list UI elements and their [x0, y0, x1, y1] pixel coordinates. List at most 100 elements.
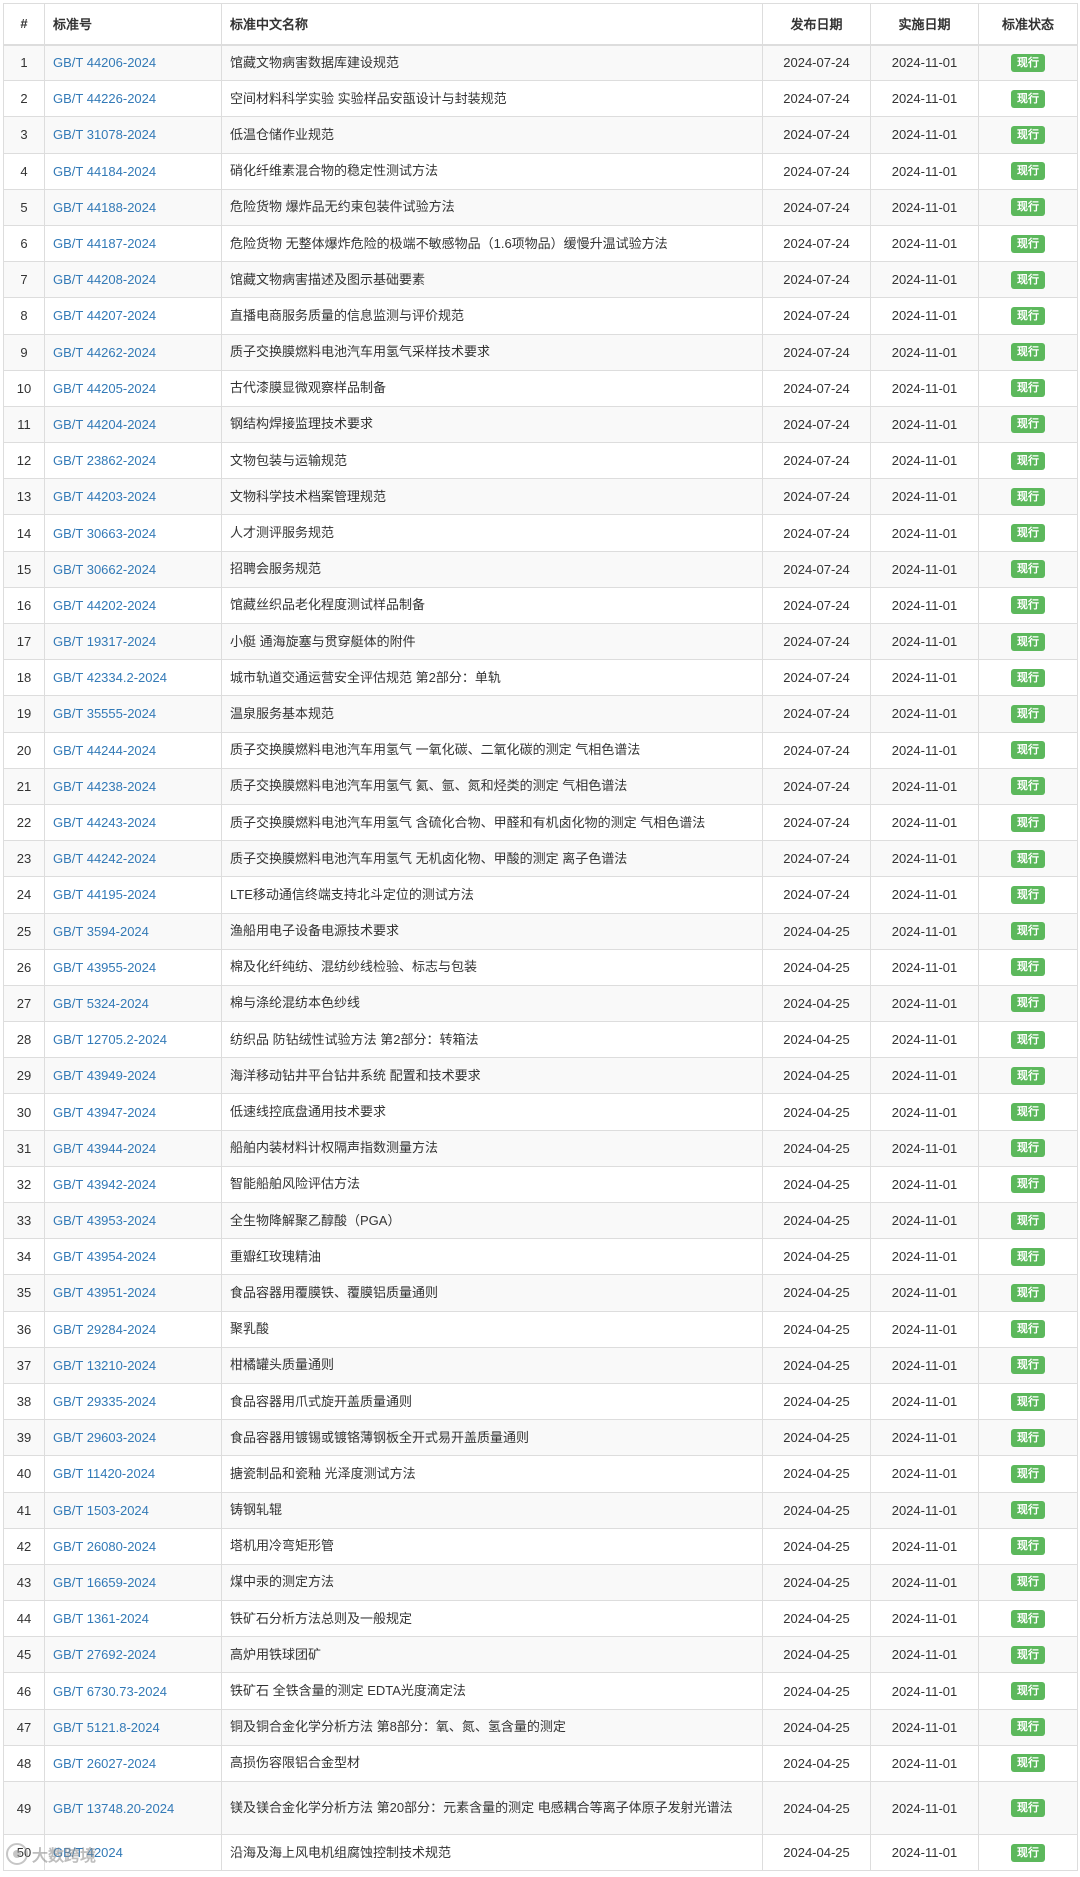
row-index: 45 — [3, 1636, 45, 1674]
standard-number-link[interactable]: GB/T 44205-2024 — [53, 381, 156, 396]
publish-date: 2024-04-25 — [762, 1563, 871, 1602]
standard-number-link[interactable]: GB/T 12705.2-2024 — [53, 1032, 167, 1047]
standard-number-link[interactable]: GB/T 31078-2024 — [53, 127, 156, 142]
standard-number-link[interactable]: GB/T 29603-2024 — [53, 1430, 156, 1445]
header-index[interactable]: # — [3, 3, 45, 46]
table-row: 34 GB/T 43954-2024 重瓣红玫瑰精油 2024-04-25 2024-1… — [3, 1238, 1078, 1276]
implement-date: 2024-11-01 — [870, 43, 979, 82]
standard-name: 柑橘罐头质量通则 — [221, 1346, 763, 1384]
standard-number-link[interactable]: GB/T 29284-2024 — [53, 1322, 156, 1337]
standard-number-link[interactable]: GB/T 5121.8-2024 — [53, 1720, 160, 1735]
standard-name: 钢结构焊接监理技术要求 — [221, 405, 763, 444]
standard-number-link[interactable]: GB/T 44204-2024 — [53, 417, 156, 432]
standard-number-link[interactable]: GB/T 44244-2024 — [53, 743, 156, 758]
standard-name: 纺织品 防钻绒性试验方法 第2部分：转箱法 — [221, 1021, 763, 1059]
header-publish-date[interactable]: 发布日期 — [762, 3, 871, 46]
standard-number-link[interactable]: GB/T 16659-2024 — [53, 1575, 156, 1590]
standard-number-link[interactable]: GB/T 44262-2024 — [53, 345, 156, 360]
publish-date: 2024-04-25 — [762, 1636, 871, 1674]
standard-number-link[interactable]: GB/T 1503-2024 — [53, 1503, 149, 1518]
standard-number-link[interactable]: GB/T 43949-2024 — [53, 1068, 156, 1083]
standard-number-link[interactable]: GB/T 5324-2024 — [53, 996, 149, 1011]
header-implement-date[interactable]: 实施日期 — [870, 3, 979, 46]
publish-date: 2024-07-24 — [762, 442, 871, 480]
standard-number-link[interactable]: GB/T 44208-2024 — [53, 272, 156, 287]
implement-date: 2024-11-01 — [870, 1708, 979, 1746]
standard-number-link[interactable]: GB/T 44243-2024 — [53, 815, 156, 830]
row-index: 28 — [3, 1021, 45, 1059]
row-index: 16 — [3, 586, 45, 625]
standard-number-link[interactable]: GB/T 26080-2024 — [53, 1539, 156, 1554]
standard-name: 城市轨道交通运营安全评估规范 第2部分：单轨 — [221, 659, 763, 697]
standard-number-link[interactable]: GB/T 1361-2024 — [53, 1611, 149, 1626]
standard-number-cell: GB/T 44188-2024 — [44, 188, 222, 226]
standard-number-link[interactable]: GB/T 43951-2024 — [53, 1285, 156, 1300]
standard-number-link[interactable]: GB/T 44187-2024 — [53, 236, 156, 251]
standard-number-link[interactable]: GB/T 44206-2024 — [53, 55, 156, 70]
standard-number-link[interactable]: GB/T 13210-2024 — [53, 1358, 156, 1373]
header-standard-number[interactable]: 标准号 — [44, 3, 222, 46]
standard-number-cell: GB/T 44262-2024 — [44, 333, 222, 371]
header-status[interactable]: 标准状态 — [978, 3, 1078, 46]
publish-date: 2024-07-24 — [762, 767, 871, 805]
row-index: 20 — [3, 731, 45, 769]
implement-date: 2024-11-01 — [870, 1833, 979, 1872]
standard-number-cell: GB/T 29603-2024 — [44, 1419, 222, 1457]
standard-number-link[interactable]: GB/T 13748.20-2024 — [53, 1801, 174, 1816]
standard-number-link[interactable]: GB/T 6730.73-2024 — [53, 1684, 167, 1699]
standard-number-cell: GB/T 44204-2024 — [44, 405, 222, 444]
header-standard-name[interactable]: 标准中文名称 — [221, 3, 763, 46]
standard-number-link[interactable]: GB/T 43947-2024 — [53, 1105, 156, 1120]
standard-number-link[interactable]: GB/T 43942-2024 — [53, 1177, 156, 1192]
standard-number-link[interactable]: GB/T 44207-2024 — [53, 308, 156, 323]
standard-number-link[interactable]: GB/T 26027-2024 — [53, 1756, 156, 1771]
status-badge: 现行 — [1011, 1718, 1045, 1737]
implement-date: 2024-11-01 — [870, 514, 979, 552]
status-cell: 现行 — [978, 116, 1078, 154]
implement-date: 2024-11-01 — [870, 1744, 979, 1783]
standard-number-link[interactable]: GB/T 44203-2024 — [53, 489, 156, 504]
standard-number-link[interactable]: GB/T 44202-2024 — [53, 598, 156, 613]
standard-number-link[interactable]: GB/T 43955-2024 — [53, 960, 156, 975]
standard-number-link[interactable]: GB/T 27692-2024 — [53, 1647, 156, 1662]
standard-number-link[interactable]: GB/T 35555-2024 — [53, 706, 156, 721]
standard-number-link[interactable]: GB/T 23862-2024 — [53, 453, 156, 468]
standard-name: 馆藏文物病害数据库建设规范 — [221, 43, 763, 82]
standard-number-link[interactable]: GB/T 30662-2024 — [53, 562, 156, 577]
status-badge: 现行 — [1011, 198, 1045, 217]
standard-number-cell: GB/T 5121.8-2024 — [44, 1708, 222, 1746]
standard-number-link[interactable]: GB/T 29335-2024 — [53, 1394, 156, 1409]
standard-number-link[interactable]: GB/T 19317-2024 — [53, 634, 156, 649]
publish-date: 2024-07-24 — [762, 695, 871, 733]
standard-number-link[interactable]: GB/T 42334.2-2024 — [53, 670, 167, 685]
standard-number-link[interactable]: GB/T 43944-2024 — [53, 1141, 156, 1156]
standard-number-link[interactable]: GB/T 44188-2024 — [53, 200, 156, 215]
table-row: 47 GB/T 5121.8-2024 铜及铜合金化学分析方法 第8部分：氧、氮、氢… — [3, 1708, 1078, 1746]
standard-number-cell: GB/T 44187-2024 — [44, 224, 222, 263]
standard-number-cell: GB/T 35555-2024 — [44, 695, 222, 733]
standard-number-cell: GB/T 44184-2024 — [44, 152, 222, 190]
status-cell: 现行 — [978, 1129, 1078, 1167]
status-badge: 现行 — [1011, 1066, 1045, 1085]
standard-number-link[interactable]: GB/T 3594-2024 — [53, 924, 149, 939]
standard-number-link[interactable]: GB/T 11420-2024 — [53, 1466, 155, 1481]
row-index: 2 — [3, 80, 45, 118]
standard-number-link[interactable]: GB/T 44242-2024 — [53, 851, 156, 866]
standard-number-link[interactable]: GB/T 44195-2024 — [53, 887, 156, 902]
implement-date: 2024-11-01 — [870, 80, 979, 118]
row-index: 25 — [3, 912, 45, 950]
status-badge: 现行 — [1011, 1464, 1045, 1483]
publish-date: 2024-04-25 — [762, 1708, 871, 1746]
standard-number-link[interactable]: GB/T 30663-2024 — [53, 526, 156, 541]
implement-date: 2024-11-01 — [870, 116, 979, 154]
standard-number-link[interactable]: GB/T 44184-2024 — [53, 164, 156, 179]
row-index: 22 — [3, 803, 45, 842]
row-index: 48 — [3, 1744, 45, 1783]
row-index: 19 — [3, 695, 45, 733]
status-cell: 现行 — [978, 1833, 1078, 1872]
standard-number-link[interactable]: GB/T 44226-2024 — [53, 91, 156, 106]
standard-number-link[interactable]: GB/T 44238-2024 — [53, 779, 156, 794]
standard-number-link[interactable]: GB/T 43954-2024 — [53, 1249, 156, 1264]
status-cell: 现行 — [978, 1238, 1078, 1276]
standard-number-link[interactable]: GB/T 43953-2024 — [53, 1213, 156, 1228]
